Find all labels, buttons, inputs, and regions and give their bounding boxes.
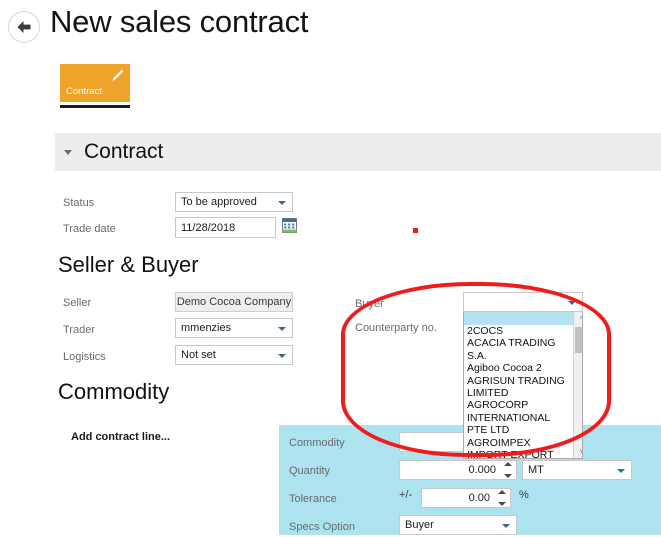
back-arrow-icon	[15, 19, 33, 35]
counterparty-no-row: Counterparty no.	[355, 318, 460, 338]
trader-select[interactable]: mmenzies	[175, 318, 293, 338]
status-label: Status	[63, 197, 95, 209]
tolerance-suffix: %	[519, 489, 529, 501]
chevron-down-icon[interactable]	[64, 149, 72, 155]
buyer-option-blank[interactable]	[464, 312, 574, 325]
buyer-dropdown-list[interactable]: 2COCS ACACIA TRADING S.A. Agiboo Cocoa 2…	[463, 311, 583, 459]
trader-label: Trader	[63, 324, 95, 336]
quantity-unit-value: MT	[528, 464, 544, 476]
page-header: New sales contract	[0, 0, 661, 56]
trader-select-value: mmenzies	[181, 322, 232, 334]
tolerance-input[interactable]: 0.00	[421, 488, 511, 508]
chevron-down-icon[interactable]: ˅	[574, 444, 582, 458]
tolerance-prefix: +/-	[399, 489, 413, 501]
quantity-label: Quantity	[289, 465, 330, 477]
seller-buyer-heading: Seller & Buyer	[58, 252, 199, 277]
buyer-option[interactable]: AGROIMPEX IMPORT-EXPORT GMBH	[464, 437, 573, 458]
quantity-field-row: Quantity	[289, 461, 399, 481]
buyer-option[interactable]: Agiboo Cocoa 2	[464, 362, 573, 374]
specs-option-field-row: Specs Option	[289, 517, 399, 537]
logistics-label: Logistics	[63, 351, 106, 363]
buyer-option[interactable]: AGROCORP INTERNATIONAL PTE LTD	[464, 399, 573, 436]
buyer-dropdown-options: 2COCS ACACIA TRADING S.A. Agiboo Cocoa 2…	[464, 312, 574, 458]
chevron-down-icon	[617, 468, 625, 473]
tolerance-field-row: Tolerance	[289, 489, 399, 509]
seller-field: Demo Cocoa Company	[175, 292, 293, 312]
counterparty-no-label: Counterparty no.	[355, 322, 437, 334]
back-button[interactable]	[8, 11, 40, 43]
contract-tile-wrapper: Contract	[60, 64, 130, 108]
specs-option-value: Buyer	[405, 519, 434, 531]
seller-row: Seller	[63, 293, 175, 313]
buyer-row: Buyer	[355, 294, 460, 314]
chevron-down-icon	[278, 353, 286, 358]
trade-date-value: 11/28/2018	[181, 221, 236, 234]
chevron-up-icon[interactable]: ^	[574, 312, 582, 326]
contract-tile-label: Contract	[66, 86, 102, 97]
add-contract-line-link[interactable]: Add contract line...	[71, 431, 170, 443]
contract-section-title: Contract	[84, 140, 164, 163]
contract-tile[interactable]: Contract	[60, 64, 130, 102]
specs-option-select[interactable]: Buyer	[399, 515, 517, 535]
buyer-option[interactable]: ACACIA TRADING S.A.	[464, 337, 573, 362]
seller-value: Demo Cocoa Company	[176, 296, 292, 308]
buyer-dropdown-scrollbar[interactable]: ^ ˅	[573, 312, 582, 458]
status-select-value: To be approved	[181, 196, 257, 208]
pencil-icon	[109, 68, 125, 84]
tolerance-stepper[interactable]	[498, 490, 506, 506]
quantity-value: 0.000	[468, 464, 496, 476]
quantity-input[interactable]: 0.000	[399, 460, 517, 480]
quantity-stepper[interactable]	[504, 462, 512, 478]
chevron-down-icon	[568, 300, 576, 305]
logistics-select[interactable]: Not set	[175, 345, 293, 365]
quantity-unit-select[interactable]: MT	[522, 460, 632, 480]
buyer-option[interactable]: 2COCS	[464, 325, 573, 337]
logistics-row: Logistics	[63, 347, 175, 367]
status-select[interactable]: To be approved	[175, 192, 293, 212]
trade-date-label: Trade date	[63, 223, 116, 235]
trade-date-row: Trade date	[63, 219, 175, 239]
commodity-field-row: Commodity	[289, 433, 399, 453]
contract-section-header[interactable]: Contract	[55, 133, 661, 171]
buyer-option[interactable]: AGRISUN TRADING LIMITED	[464, 375, 573, 400]
trader-row: Trader	[63, 320, 175, 340]
chevron-down-icon	[278, 200, 286, 205]
chevron-down-icon	[502, 523, 510, 528]
logistics-select-value: Not set	[181, 349, 216, 361]
tolerance-label: Tolerance	[289, 493, 337, 505]
page-title: New sales contract	[50, 4, 309, 39]
specs-option-label: Specs Option	[289, 521, 356, 533]
status-row: Status	[63, 193, 175, 213]
commodity-heading: Commodity	[58, 379, 170, 404]
calendar-icon[interactable]	[282, 218, 297, 238]
scrollbar-thumb[interactable]	[575, 327, 582, 353]
buyer-select[interactable]	[463, 292, 583, 312]
buyer-label: Buyer	[355, 298, 384, 310]
tolerance-value: 0.00	[468, 492, 490, 504]
seller-label: Seller	[63, 297, 92, 309]
annotation-dot	[413, 228, 418, 233]
commodity-label: Commodity	[289, 437, 345, 449]
chevron-down-icon	[278, 326, 286, 331]
contract-tile-underline	[60, 105, 130, 108]
trade-date-input[interactable]: 11/28/2018	[175, 217, 276, 238]
